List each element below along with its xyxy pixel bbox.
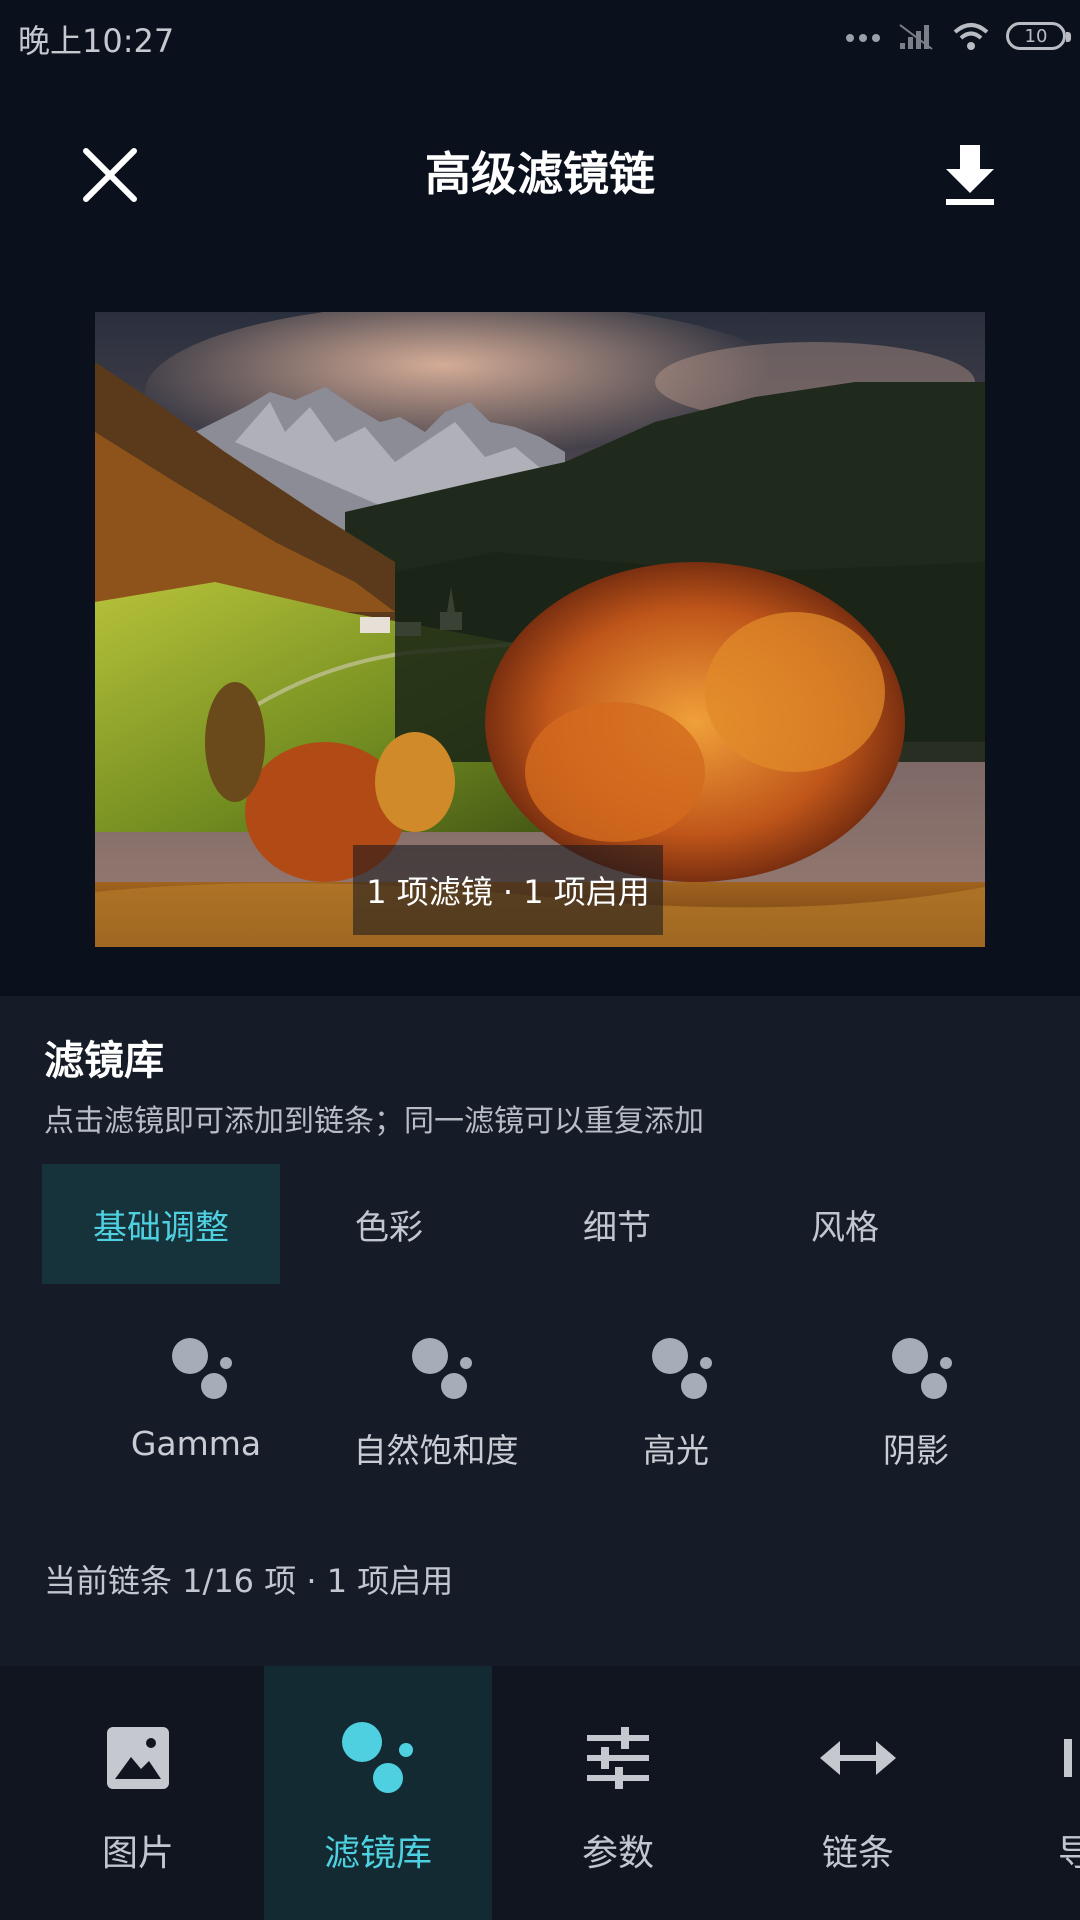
app-header: 高级滤镜链 — [0, 100, 1080, 240]
filter-dots-icon — [412, 1338, 472, 1399]
filter-label: Gamma — [130, 1424, 262, 1463]
filter-list: Gamma 自然饱和度 高光 阴影 — [0, 1336, 1080, 1476]
page-title: 高级滤镜链 — [425, 147, 655, 201]
battery-icon: 10 — [1006, 22, 1071, 50]
filter-label: 阴影 — [883, 1431, 949, 1470]
filter-item-shadows[interactable]: 阴影 — [816, 1336, 1016, 1476]
filter-dots-icon — [652, 1338, 712, 1399]
filter-label: 高光 — [643, 1431, 709, 1470]
library-title: 滤镜库 — [44, 1038, 164, 1084]
signal-icon — [899, 24, 933, 50]
chain-status: 当前链条 1/16 项 · 1 项启用 — [44, 1562, 454, 1600]
export-icon — [1064, 1739, 1072, 1777]
tab-detail[interactable]: 细节 — [498, 1164, 736, 1284]
filter-label: 自然饱和度 — [353, 1431, 519, 1470]
nav-item-filter-library[interactable]: 滤镜库 — [264, 1666, 492, 1920]
status-time: 晚上10:27 — [18, 22, 175, 60]
category-tabs: 基础调整 色彩 细节 风格 — [42, 1164, 1042, 1284]
nav-item-export[interactable]: 导 — [984, 1666, 1080, 1920]
nav-label: 导 — [1058, 1833, 1080, 1874]
status-bar: 晚上10:27 10 — [0, 0, 1080, 72]
filter-item-vibrance[interactable]: 自然饱和度 — [336, 1336, 536, 1476]
nav-label: 链条 — [821, 1833, 894, 1874]
download-button[interactable] — [930, 130, 1010, 220]
filter-item-highlights[interactable]: 高光 — [576, 1336, 776, 1476]
tab-style[interactable]: 风格 — [726, 1164, 964, 1284]
nav-item-image[interactable]: 图片 — [24, 1666, 252, 1920]
preview-badge: 1 项滤镜 · 1 项启用 — [353, 845, 663, 935]
nav-label: 图片 — [101, 1833, 174, 1874]
sliders-icon — [587, 1727, 649, 1789]
filter-dots-icon — [342, 1722, 413, 1793]
more-dots-icon — [846, 30, 882, 42]
status-icons: 10 — [846, 16, 1071, 56]
nav-label: 参数 — [581, 1833, 654, 1874]
download-icon — [946, 145, 994, 205]
tab-basic-adjust[interactable]: 基础调整 — [42, 1164, 280, 1284]
filter-library-panel: 滤镜库 点击滤镜即可添加到链条；同一滤镜可以重复添加 基础调整 色彩 细节 风格… — [0, 996, 1080, 1666]
nav-item-params[interactable]: 参数 — [504, 1666, 732, 1920]
filter-dots-icon — [892, 1338, 952, 1399]
nav-label: 滤镜库 — [323, 1833, 432, 1874]
bottom-navigation: 图片 滤镜库 参数 链条 导 — [0, 1666, 1080, 1920]
filter-item-gamma[interactable]: Gamma — [96, 1336, 296, 1476]
nav-item-chain[interactable]: 链条 — [744, 1666, 972, 1920]
filter-dots-icon — [172, 1338, 232, 1399]
image-icon — [107, 1727, 169, 1789]
library-subtitle: 点击滤镜即可添加到链条；同一滤镜可以重复添加 — [44, 1104, 704, 1139]
tab-color[interactable]: 色彩 — [270, 1164, 508, 1284]
swap-arrows-icon — [820, 1741, 896, 1775]
wifi-icon — [953, 23, 989, 50]
image-preview[interactable]: 1 项滤镜 · 1 项启用 — [95, 312, 985, 947]
